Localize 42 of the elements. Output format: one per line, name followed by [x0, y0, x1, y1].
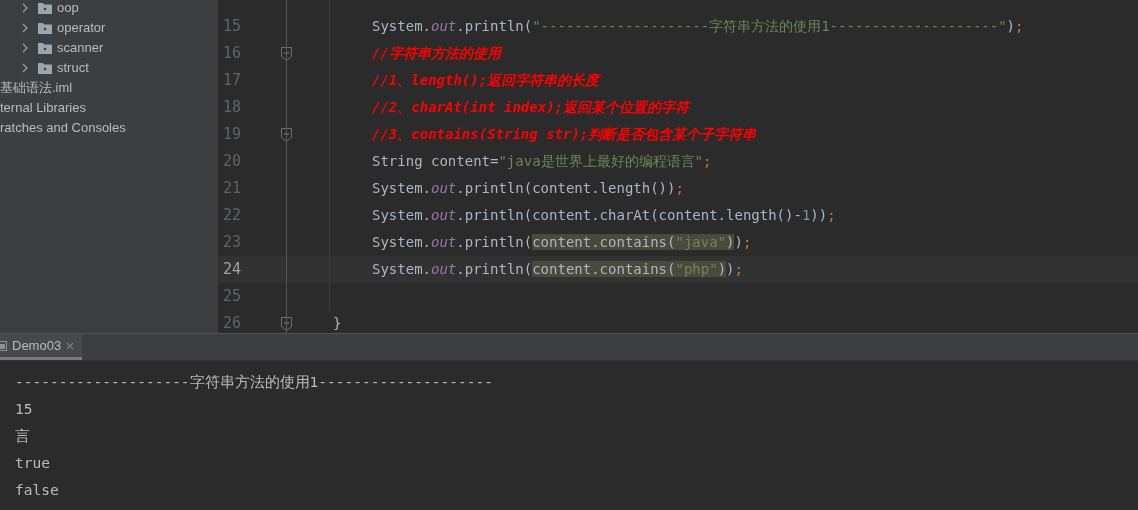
console-output-line: false	[15, 480, 59, 500]
code-line: //字符串方法的使用	[372, 44, 501, 63]
fold-icon[interactable]	[281, 316, 292, 331]
code-line: //3、contains(String str);判断是否包含某个子字符串	[372, 125, 757, 144]
package-name[interactable]: struct	[57, 58, 89, 78]
fold-icon[interactable]	[281, 127, 292, 142]
line-number: 20	[222, 151, 243, 173]
console-output-line: --------------------字符串方法的使用1--------------------	[15, 372, 493, 392]
code-line: //1、length();返回字符串的长度	[372, 71, 600, 90]
code-line: System.out.println(content.contains("php"));	[372, 260, 743, 279]
line-number: 18	[222, 97, 243, 119]
close-icon[interactable]	[66, 341, 75, 350]
line-number: 23	[222, 232, 243, 254]
line-number: 16	[222, 43, 243, 65]
line-number: 25	[222, 286, 243, 308]
code-line: }	[333, 314, 342, 333]
code-line: System.out.println(content.contains("java"));	[372, 233, 752, 252]
line-number: 21	[222, 178, 243, 200]
package-name[interactable]: scanner	[57, 38, 104, 58]
run-tab[interactable]: Demo03	[0, 334, 83, 360]
line-number: 15	[222, 16, 243, 38]
line-number: 24	[222, 259, 243, 281]
console-output-line: 15	[15, 399, 33, 419]
folder-icon	[38, 22, 52, 34]
tree-item[interactable]: ratches and Consoles	[3, 118, 126, 138]
console-output-line: 言	[15, 426, 30, 446]
line-number: 17	[222, 70, 243, 92]
folder-icon	[38, 42, 52, 54]
line-number: 26	[222, 313, 243, 333]
console-icon	[0, 339, 7, 352]
package-name[interactable]: operator	[57, 18, 106, 38]
package-name[interactable]: oop	[57, 0, 79, 18]
folder-icon	[38, 62, 52, 74]
code-line: System.out.println(content.length());	[372, 179, 684, 198]
code-line: //2、charAt(int index);返回某个位置的字符	[372, 98, 689, 117]
line-number: 22	[222, 205, 243, 227]
code-line: System.out.println(content.charAt(content.length()-1));	[372, 206, 836, 225]
code-line: String content="java是世界上最好的编程语言";	[372, 152, 712, 171]
fold-icon[interactable]	[281, 46, 292, 61]
code-line: System.out.println("--------------------字符串方法的使用1--------------------");	[372, 17, 1024, 36]
console-output-line: true	[15, 453, 50, 473]
line-number: 19	[222, 124, 243, 146]
